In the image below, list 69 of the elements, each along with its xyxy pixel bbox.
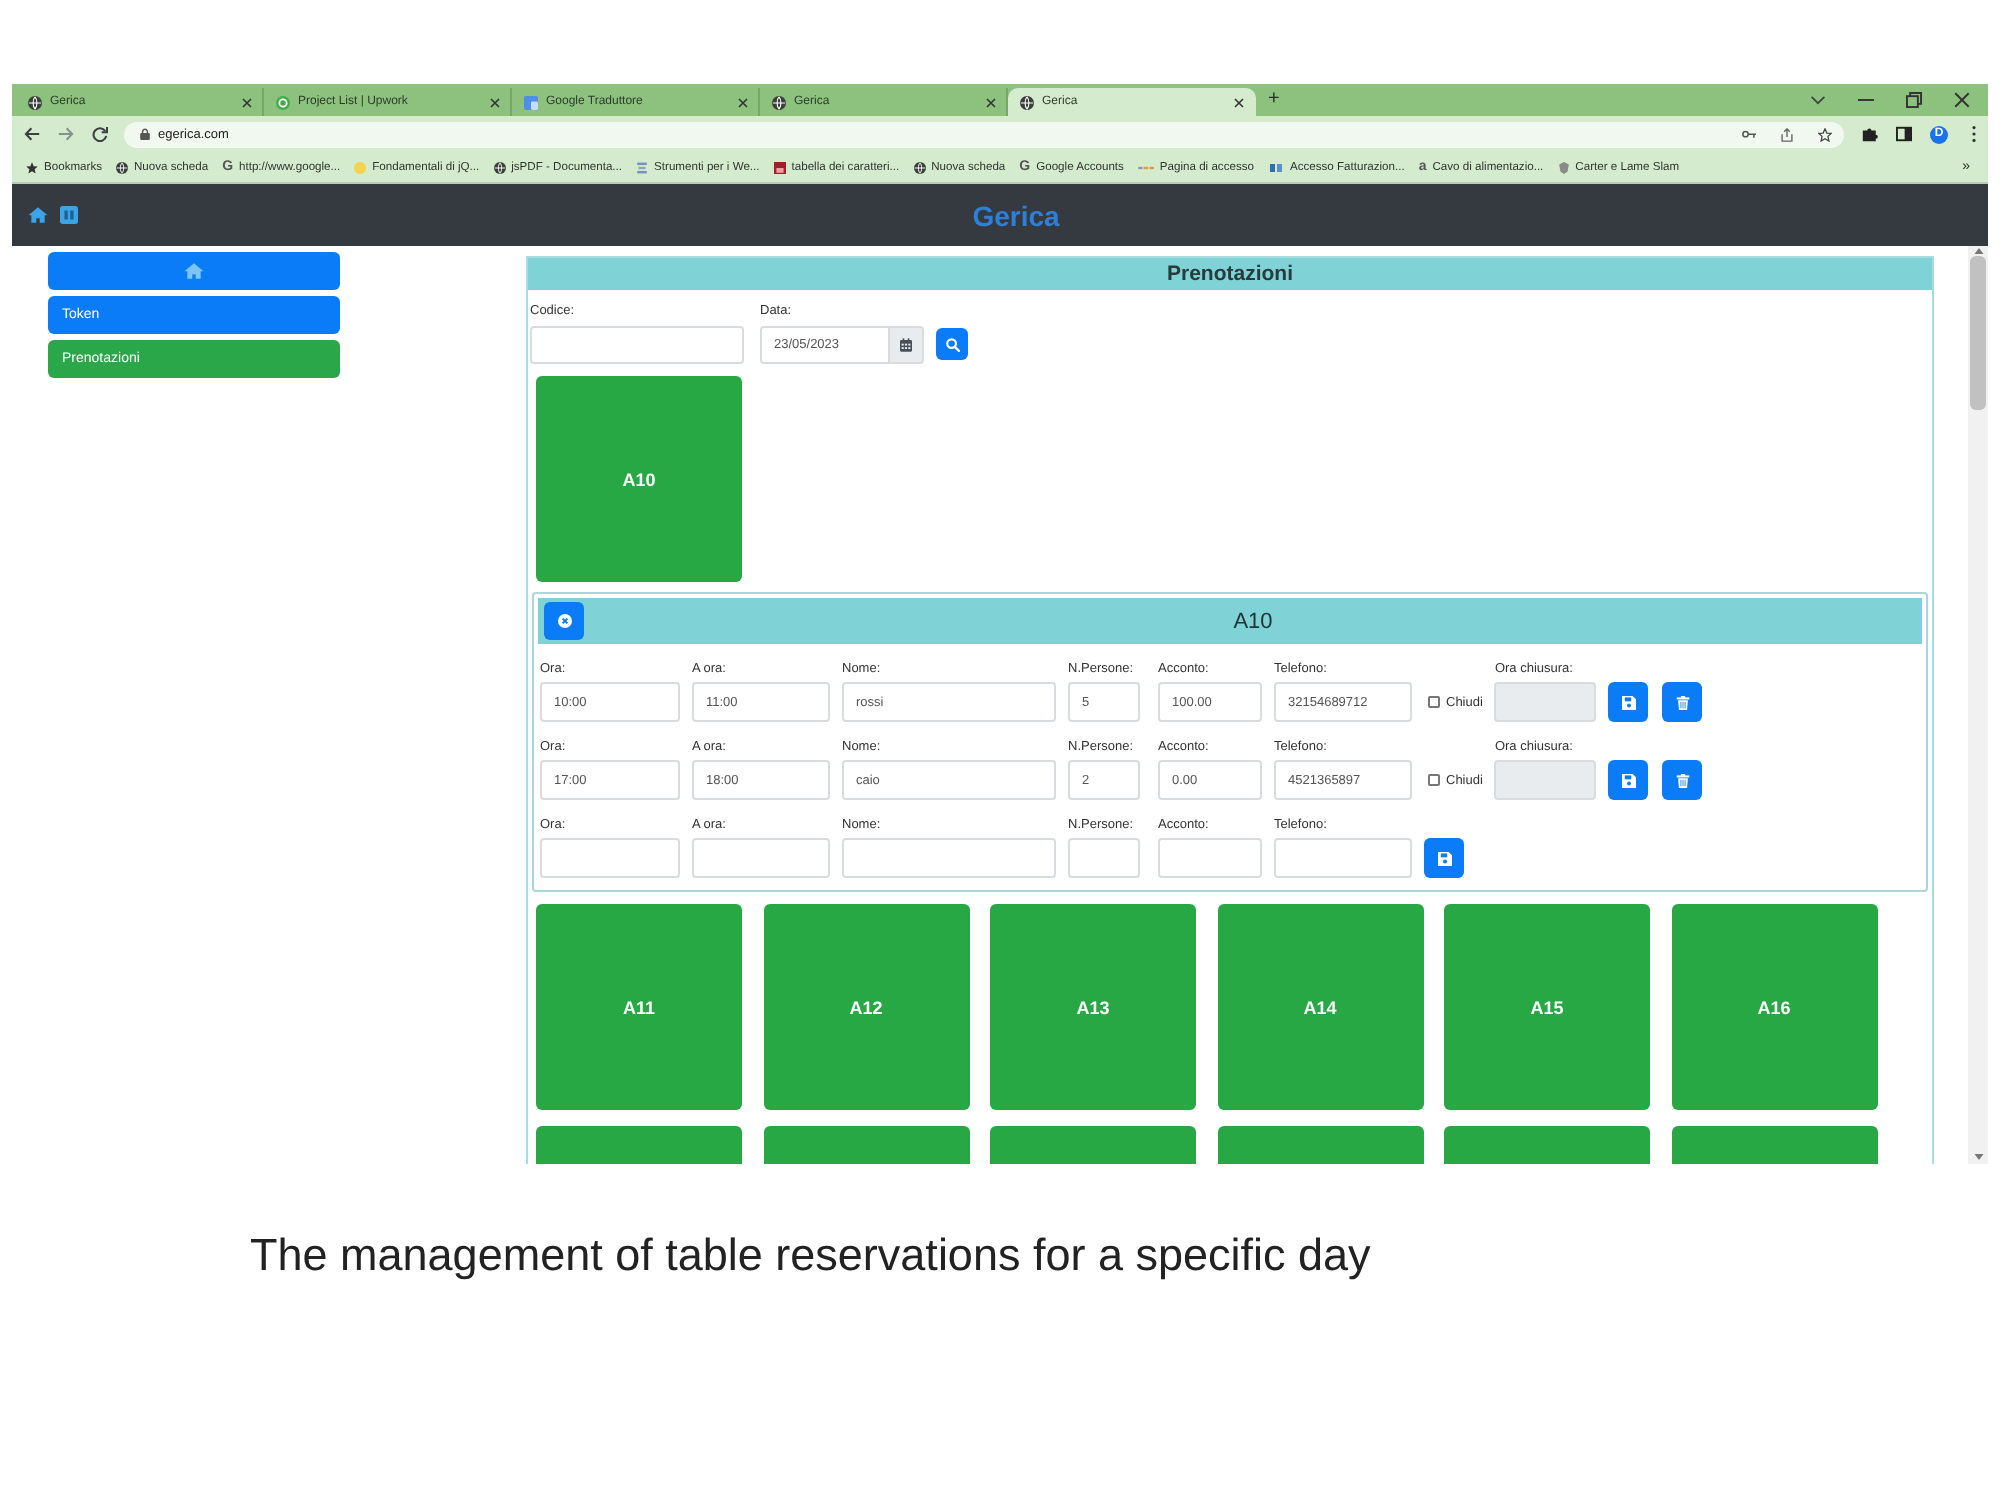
home-icon <box>184 262 204 280</box>
globe-icon <box>493 161 506 173</box>
delete-button[interactable] <box>1662 682 1703 722</box>
chevron-down-icon[interactable] <box>1810 92 1826 108</box>
save-button[interactable] <box>1608 760 1649 800</box>
input-field[interactable] <box>842 838 1056 878</box>
squares-icon <box>1267 163 1284 171</box>
trash-icon <box>1675 695 1690 709</box>
close-icon <box>557 614 571 628</box>
close-icon[interactable] <box>738 97 748 107</box>
panel-header: Prenotazioni <box>528 258 1932 290</box>
trash-icon <box>1675 773 1690 787</box>
columns-icon[interactable] <box>60 206 78 224</box>
search-button[interactable] <box>936 328 968 360</box>
arrow-up-icon[interactable] <box>1973 248 1983 254</box>
globe-icon <box>116 161 128 173</box>
minimize-icon[interactable] <box>1858 98 1874 102</box>
search-icon <box>945 337 959 351</box>
calendar-icon <box>900 338 912 352</box>
shield-icon <box>1557 161 1570 173</box>
blob-icon <box>354 161 367 173</box>
back-icon[interactable] <box>24 126 40 142</box>
close-icon[interactable] <box>490 97 500 107</box>
close-icon[interactable] <box>986 97 996 107</box>
close-icon[interactable] <box>242 97 252 107</box>
delete-button[interactable] <box>1662 760 1703 800</box>
tiles-icon <box>524 95 538 109</box>
globe-icon <box>772 95 786 109</box>
globe-icon <box>1020 95 1034 109</box>
forward-icon[interactable] <box>58 126 74 142</box>
save-button[interactable] <box>1608 682 1649 722</box>
card-title: A10 <box>1233 609 1273 633</box>
save-button[interactable] <box>1424 838 1464 878</box>
globe-icon <box>913 161 926 173</box>
lock-icon <box>140 128 150 140</box>
input-field[interactable] <box>1068 838 1140 878</box>
input-field[interactable] <box>692 838 830 878</box>
key-icon[interactable] <box>1742 129 1756 139</box>
restore-icon[interactable] <box>1906 92 1922 108</box>
checkbox[interactable] <box>1428 696 1440 708</box>
side-panel-icon[interactable] <box>1896 126 1912 142</box>
floppy-icon <box>1621 695 1636 709</box>
floppy-icon <box>1437 851 1451 865</box>
input-field[interactable] <box>530 326 744 364</box>
input-field[interactable] <box>1158 838 1262 878</box>
picture-icon <box>773 161 786 173</box>
home-icon[interactable] <box>28 206 48 224</box>
bars-icon <box>636 161 649 173</box>
arrow-down-icon[interactable] <box>1973 1154 1983 1160</box>
reload-icon[interactable] <box>92 126 108 142</box>
close-icon[interactable] <box>1954 92 1970 108</box>
input-field[interactable] <box>540 838 680 878</box>
new-tab-button[interactable]: + <box>1264 88 1284 112</box>
star-icon <box>26 161 38 173</box>
close-icon[interactable] <box>1234 97 1244 107</box>
globe-icon <box>28 95 42 109</box>
calendar-addon[interactable] <box>890 326 924 364</box>
dashes-icon <box>1137 163 1154 171</box>
floppy-icon <box>1621 773 1636 787</box>
input-field[interactable] <box>1274 838 1412 878</box>
close-button[interactable] <box>544 602 584 640</box>
star-icon[interactable] <box>1818 127 1832 141</box>
share-icon[interactable] <box>1780 127 1794 141</box>
scrollbar[interactable] <box>1968 246 1988 1164</box>
puzzle-icon[interactable] <box>1862 126 1878 142</box>
checkbox[interactable] <box>1428 774 1440 786</box>
caption-text: The management of table reservations for a specific day <box>250 1230 1371 1282</box>
ring-icon <box>276 95 290 109</box>
scrollbar-thumb[interactable] <box>1970 256 1986 410</box>
